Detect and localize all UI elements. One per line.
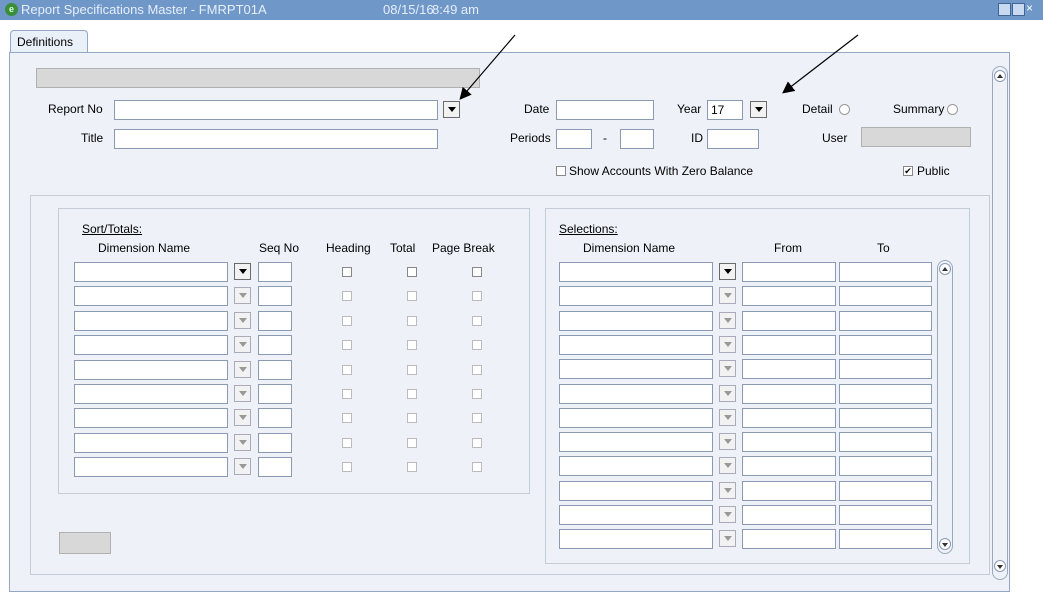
arrow-to-year-dropdown — [782, 34, 859, 94]
arrow-to-report-no-dropdown — [459, 34, 516, 100]
annotation-arrows — [459, 34, 859, 100]
